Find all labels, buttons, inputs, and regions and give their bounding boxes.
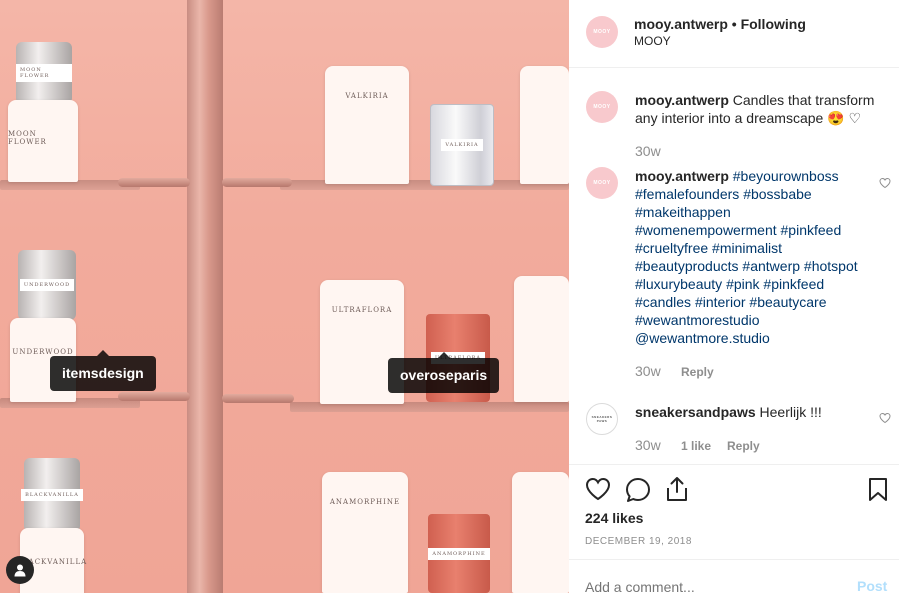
hashtag-link[interactable]: #wewantmorestudio [635, 312, 760, 328]
post-comment-button[interactable]: Post [857, 578, 887, 593]
product-label: BLACKVANILLA [21, 489, 83, 501]
shelf-pole [187, 0, 223, 593]
comment-time[interactable]: 30w [635, 437, 661, 453]
hashtag-link[interactable]: #beautycare [749, 294, 826, 310]
hashtag-link[interactable]: #womenempowerment [635, 222, 777, 238]
post-photo[interactable]: MOON FLOWER MOON FLOWER UNDERWOOD UNDERW… [0, 0, 569, 593]
comment-input[interactable] [585, 579, 825, 593]
hashtag-link[interactable]: #crueltyfree [635, 240, 708, 256]
product-label: MOON FLOWER [16, 64, 72, 82]
header-subtitle[interactable]: MOOY [634, 34, 671, 48]
comment-likes[interactable]: 1 like [681, 439, 711, 453]
product-label: UNDERWOOD [19, 279, 75, 291]
tagged-users-button[interactable] [6, 556, 34, 584]
hashtag-link[interactable]: #hotspot [804, 258, 858, 274]
avatar-text: MOOY [593, 104, 611, 110]
user-tag-overoseparis[interactable]: overoseparis [388, 352, 500, 393]
candle-jar: UNDERWOOD [18, 250, 76, 320]
reply-button[interactable]: Reply [681, 365, 714, 379]
comment-text: Heerlijk !!! [759, 404, 822, 420]
comment: sneakersandpaws Heerlijk !!! [635, 403, 890, 421]
caption-time[interactable]: 30w [635, 143, 661, 159]
candle-jar: BLACKVANILLA [21, 458, 83, 532]
shelf-bracket [222, 178, 292, 187]
candle-jar: ANAMORPHINE [428, 514, 490, 593]
hashtag-link[interactable]: #beyourownboss [733, 168, 839, 184]
follow-status-button[interactable]: Following [741, 16, 806, 32]
comment-username[interactable]: mooy.antwerp [635, 168, 729, 184]
divider [569, 559, 899, 560]
like-comment-heart-icon[interactable] [879, 177, 891, 189]
heart-icon[interactable] [585, 477, 611, 501]
avatar[interactable]: MOOY [586, 167, 618, 199]
hashtag-link[interactable]: #bossbabe [743, 186, 812, 202]
like-comment-heart-icon[interactable] [879, 412, 891, 424]
product-label: UNDERWOOD [12, 348, 74, 356]
hashtag-link[interactable]: #beautyproducts [635, 258, 739, 274]
candle-jar: MOON FLOWER [16, 42, 72, 104]
hashtag-link[interactable]: #interior [695, 294, 746, 310]
header-user: mooy.antwerp • Following [634, 16, 806, 32]
mention-link[interactable]: @wewantmore.studio [635, 330, 770, 346]
hashtag-link[interactable]: #antwerp [742, 258, 800, 274]
product-box: MOON FLOWER [8, 100, 78, 182]
avatar-text: SNEAKERS PAWS [591, 415, 613, 423]
header-separator: • [731, 16, 737, 32]
candle-jar: VALKIRIA [430, 104, 494, 186]
share-icon[interactable] [665, 476, 689, 502]
hashtag-link[interactable]: #minimalist [712, 240, 782, 256]
product-box [520, 66, 569, 184]
caption: mooy.antwerp Candles that transform any … [635, 91, 890, 127]
product-label: ULTRAFLORA [331, 306, 393, 314]
product-label: VALKIRIA [441, 139, 483, 151]
hashtag-link[interactable]: #luxurybeauty [635, 276, 722, 292]
hashtag-link[interactable]: #candles [635, 294, 691, 310]
shelf-bracket [118, 178, 190, 187]
hashtag-link[interactable]: #pink [726, 276, 759, 292]
avatar-text: MOOY [593, 180, 611, 186]
product-label: ANAMORPHINE [329, 498, 401, 506]
shelf-bracket [222, 394, 294, 403]
header-username[interactable]: mooy.antwerp [634, 16, 728, 32]
product-label: VALKIRIA [345, 92, 389, 100]
product-box: VALKIRIA [325, 66, 409, 184]
hashtag-link[interactable]: #makeithappen [635, 204, 731, 220]
product-box: ANAMORPHINE [322, 472, 408, 593]
product-label: MOON FLOWER [8, 130, 47, 146]
comment: mooy.antwerp #beyourownboss #femalefound… [635, 167, 870, 347]
product-box [514, 276, 569, 402]
avatar[interactable]: SNEAKERS PAWS [586, 403, 618, 435]
post-details-panel: MOOY mooy.antwerp • Following MOOY MOOY … [569, 0, 899, 593]
divider [569, 464, 899, 465]
post-header: MOOY mooy.antwerp • Following MOOY [569, 0, 899, 68]
comment-username[interactable]: sneakersandpaws [635, 404, 756, 420]
bookmark-icon[interactable] [868, 477, 888, 502]
product-box [512, 472, 569, 593]
comment-time[interactable]: 30w [635, 363, 661, 379]
likes-count[interactable]: 224 likes [585, 510, 643, 526]
avatar-text: MOOY [593, 29, 611, 35]
shelf-bracket [118, 392, 190, 401]
post-date[interactable]: DECEMBER 19, 2018 [585, 536, 692, 547]
user-tag-itemsdesign[interactable]: itemsdesign [50, 350, 156, 391]
product-label: ANAMORPHINE [428, 547, 490, 560]
reply-button[interactable]: Reply [727, 439, 760, 453]
avatar[interactable]: MOOY [586, 91, 618, 123]
caption-username[interactable]: mooy.antwerp [635, 92, 729, 108]
person-icon [14, 564, 26, 577]
hashtag-link[interactable]: #femalefounders [635, 186, 739, 202]
hashtag-link[interactable]: #pinkfeed [763, 276, 824, 292]
comment-icon[interactable] [625, 477, 651, 503]
avatar[interactable]: MOOY [586, 16, 618, 48]
hashtag-link[interactable]: #pinkfeed [781, 222, 842, 238]
